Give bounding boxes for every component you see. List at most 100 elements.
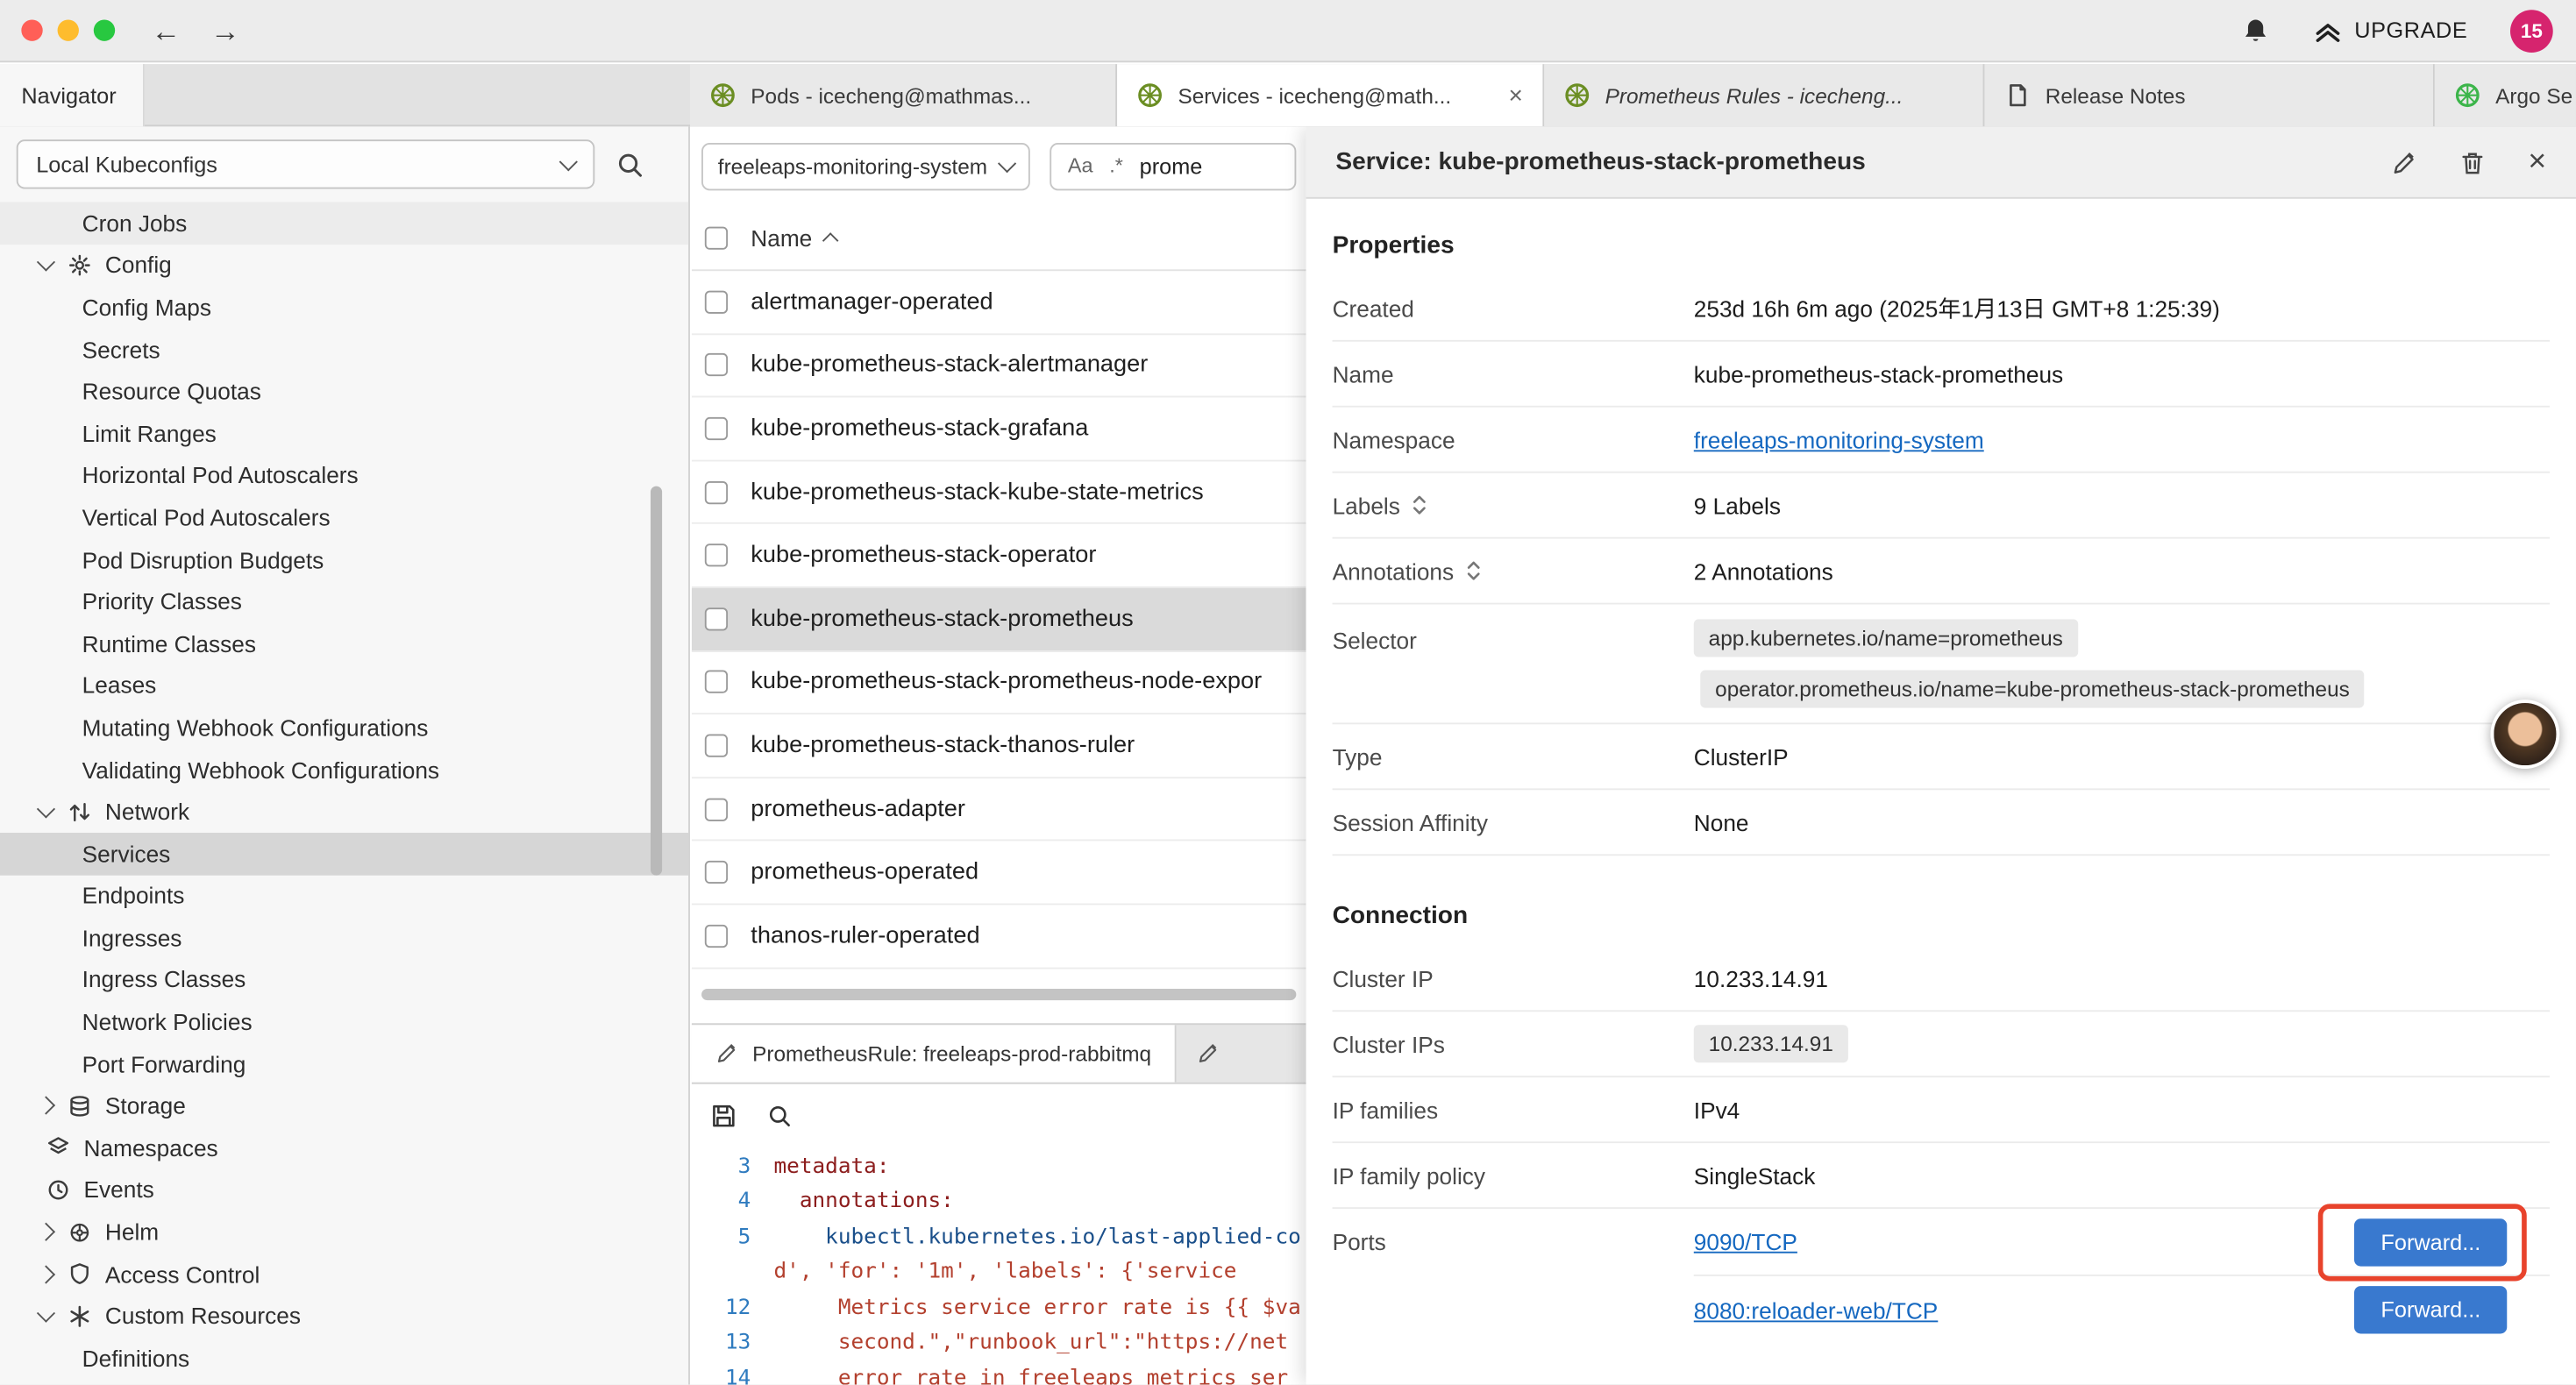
kubeconfig-selector[interactable]: Local Kubeconfigs [17,139,595,188]
sidebar-item-mutating-webhook-configurations[interactable]: Mutating Webhook Configurations [0,707,688,749]
navigator-tree: Cron Jobs Config Config Maps Secrets Res… [0,202,688,1379]
sidebar-item-config-maps[interactable]: Config Maps [0,286,688,328]
row-checkbox[interactable] [705,607,728,630]
notification-count-badge[interactable]: 15 [2510,9,2553,52]
sidebar-item-endpoints[interactable]: Endpoints [0,875,688,917]
sidebar-item-services[interactable]: Services [0,833,688,875]
edit-pencil-icon[interactable] [2390,149,2416,175]
expand-chevrons-icon[interactable] [1412,494,1428,515]
table-row[interactable]: thanos-ruler-operated [692,905,1306,968]
sidebar-scrollbar[interactable] [651,487,662,876]
port-link-8080-reloader-web[interactable]: 8080:reloader-web/TCP [1694,1296,1939,1323]
sidebar-item-runtime-classes[interactable]: Runtime Classes [0,622,688,664]
sidebar-item-access-control[interactable]: Access Control [0,1253,688,1295]
sidebar-item-config[interactable]: Config [0,244,688,286]
tab-release-notes[interactable]: Release Notes [1984,64,2434,126]
kubeconfig-selector-value: Local Kubeconfigs [36,152,217,176]
row-checkbox[interactable] [705,924,728,947]
sidebar-item-storage[interactable]: Storage [0,1085,688,1127]
sidebar-item-pod-disruption-budgets[interactable]: Pod Disruption Budgets [0,538,688,580]
tab-services[interactable]: Services - icecheng@math... × [1117,64,1544,126]
tab-argo[interactable]: Argo Se [2435,64,2576,126]
sidebar-item-custom-resources[interactable]: Custom Resources [0,1295,688,1337]
match-case-icon[interactable]: Aa [1068,154,1093,177]
namespace-link[interactable]: freeleaps-monitoring-system [1694,426,1984,452]
row-checkbox[interactable] [705,290,728,313]
row-checkbox[interactable] [705,354,728,377]
sidebar-item-ingresses[interactable]: Ingresses [0,917,688,959]
save-icon[interactable] [709,1102,737,1130]
upgrade-label: UPGRADE [2354,18,2467,43]
regex-icon[interactable]: .* [1109,154,1123,177]
table-row[interactable]: kube-prometheus-stack-alertmanager [692,334,1306,397]
sidebar-item-horizontal-pod-autoscalers[interactable]: Horizontal Pod Autoscalers [0,454,688,496]
table-row[interactable]: prometheus-operated [692,842,1306,905]
notifications-bell-icon[interactable] [2241,16,2271,46]
chevron-right-icon [37,1223,55,1241]
name-column-header[interactable]: Name [751,224,836,251]
back-icon[interactable]: ← [151,16,181,46]
tab-pods[interactable]: Pods - icecheng@mathmas... [690,64,1117,126]
close-window-button[interactable] [21,19,42,40]
row-checkbox[interactable] [705,734,728,756]
minimize-window-button[interactable] [58,19,79,40]
editor-tab-prometheusrule[interactable]: PrometheusRule: freeleaps-prod-rabbitmq [692,1024,1176,1082]
table-row[interactable]: alertmanager-operated [692,271,1306,334]
sidebar-item-definitions[interactable]: Definitions [0,1337,688,1379]
table-row[interactable]: kube-prometheus-stack-thanos-ruler [692,714,1306,778]
property-row-annotations: Annotations 2 Annotations [1333,539,2550,605]
connection-row-cluster-ip: Cluster IP 10.233.14.91 [1333,946,2550,1012]
select-all-checkbox[interactable] [705,226,728,249]
maximize-window-button[interactable] [94,19,115,40]
close-icon[interactable]: × [2528,146,2546,178]
horizontal-scrollbar[interactable] [701,988,1296,999]
row-checkbox[interactable] [705,417,728,440]
chevron-right-icon [37,1265,55,1283]
row-checkbox[interactable] [705,861,728,884]
close-tab-icon[interactable]: × [1498,82,1523,110]
table-row-selected[interactable]: kube-prometheus-stack-prometheus [692,588,1306,651]
table-row[interactable]: kube-prometheus-stack-operator [692,524,1306,587]
connection-row-cluster-ips: Cluster IPs 10.233.14.91 [1333,1012,2550,1077]
forward-button[interactable]: Forward... [2354,1218,2507,1265]
sidebar-item-cron-jobs[interactable]: Cron Jobs [0,202,688,244]
tab-prometheus-rules[interactable]: Prometheus Rules - icecheng... [1544,64,1984,126]
sidebar-item-events[interactable]: Events [0,1168,688,1211]
upgrade-button[interactable]: UPGRADE [2313,16,2467,46]
sidebar-item-validating-webhook-configurations[interactable]: Validating Webhook Configurations [0,749,688,791]
yaml-editor[interactable]: 3metadata: 4 annotations: 5 kubectl.kube… [692,1149,1306,1385]
row-checkbox[interactable] [705,480,728,503]
table-row[interactable]: kube-prometheus-stack-grafana [692,398,1306,461]
delete-trash-icon[interactable] [2459,149,2486,175]
sidebar-item-vertical-pod-autoscalers[interactable]: Vertical Pod Autoscalers [0,496,688,538]
sidebar-item-helm[interactable]: Helm [0,1211,688,1253]
editor-search-icon[interactable] [767,1104,792,1128]
sidebar-item-limit-ranges[interactable]: Limit Ranges [0,412,688,454]
sidebar-item-leases[interactable]: Leases [0,664,688,707]
table-row[interactable]: prometheus-adapter [692,778,1306,842]
editor-tab-partial[interactable] [1176,1024,1306,1082]
row-checkbox[interactable] [705,798,728,820]
table-row[interactable]: kube-prometheus-stack-kube-state-metrics [692,461,1306,524]
sidebar-item-ingress-classes[interactable]: Ingress Classes [0,959,688,1001]
sidebar-item-priority-classes[interactable]: Priority Classes [0,580,688,622]
sidebar-item-network-policies[interactable]: Network Policies [0,1001,688,1043]
sidebar-item-network[interactable]: Network [0,791,688,833]
row-checkbox[interactable] [705,544,728,567]
forward-button[interactable]: Forward... [2354,1286,2507,1333]
port-link-9090[interactable]: 9090/TCP [1694,1229,1797,1255]
namespace-selector[interactable]: freeleaps-monitoring-system [701,142,1030,189]
sidebar-item-namespaces[interactable]: Namespaces [0,1126,688,1168]
row-checkbox[interactable] [705,671,728,693]
search-input[interactable]: Aa .* prome [1050,142,1296,189]
user-avatar[interactable] [2491,700,2560,769]
sidebar-search-icon[interactable] [616,150,644,178]
sidebar-item-resource-quotas[interactable]: Resource Quotas [0,370,688,412]
property-row-namespace: Namespace freeleaps-monitoring-system [1333,408,2550,473]
forward-icon[interactable]: → [210,16,240,46]
sidebar-item-secrets[interactable]: Secrets [0,328,688,370]
table-row[interactable]: kube-prometheus-stack-prometheus-node-ex… [692,651,1306,714]
sidebar-item-port-forwarding[interactable]: Port Forwarding [0,1043,688,1085]
expand-chevrons-icon[interactable] [1465,560,1482,581]
argo-cluster-icon [2454,82,2480,109]
